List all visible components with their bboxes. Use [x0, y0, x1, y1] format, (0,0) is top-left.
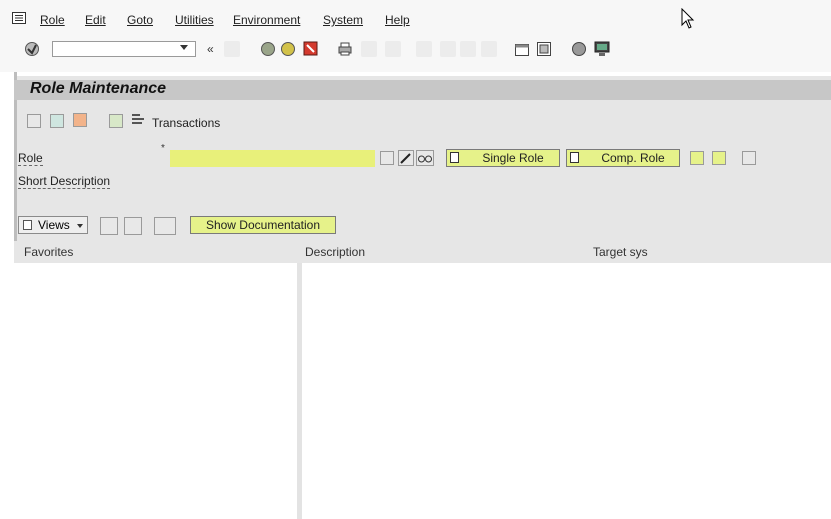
col-favorites: Favorites: [24, 245, 74, 259]
exit-icon[interactable]: [280, 41, 296, 57]
mouse-cursor-icon: [681, 8, 695, 29]
views-label: Views: [38, 218, 70, 232]
find-icon[interactable]: [361, 41, 377, 57]
short-description-label: Short Description: [18, 174, 111, 189]
clear-command-icon[interactable]: «: [207, 42, 214, 56]
role-label: Role: [18, 151, 43, 166]
delete-role-icon[interactable]: [712, 151, 726, 165]
document-icon: [450, 152, 459, 163]
change-pencil-icon[interactable]: [398, 150, 414, 166]
command-field-dropdown-icon[interactable]: [180, 45, 188, 50]
favorites-tree-pane[interactable]: [14, 263, 298, 519]
transport-icon[interactable]: [73, 113, 87, 127]
details-pane[interactable]: [302, 263, 831, 519]
show-documentation-button[interactable]: Show Documentation: [190, 216, 336, 234]
views-dropdown[interactable]: Views: [18, 216, 88, 234]
next-page-icon[interactable]: [460, 41, 476, 57]
col-target-sys: Target sys: [593, 245, 648, 259]
last-page-icon[interactable]: [481, 41, 497, 57]
first-page-icon[interactable]: [416, 41, 432, 57]
refresh-icon[interactable]: [154, 217, 176, 235]
menu-system[interactable]: System: [323, 13, 363, 27]
role-input[interactable]: [170, 150, 375, 167]
comp-role-label: Comp. Role: [601, 151, 665, 165]
system-menu-icon[interactable]: [12, 12, 26, 24]
find-next-icon[interactable]: [385, 41, 401, 57]
new-session-icon[interactable]: [514, 41, 530, 57]
display-change-icon[interactable]: [50, 114, 64, 128]
favorites-icon[interactable]: [124, 217, 142, 235]
previous-page-icon[interactable]: [440, 41, 456, 57]
other-role-icon[interactable]: [27, 114, 41, 128]
chevron-down-icon: [77, 224, 83, 228]
save-icon[interactable]: [224, 41, 240, 57]
cancel-icon[interactable]: [302, 40, 320, 58]
menu-role[interactable]: Role: [40, 13, 65, 27]
filter-icon[interactable]: [100, 217, 118, 235]
col-description: Description: [305, 245, 366, 259]
transactions-icon[interactable]: [130, 112, 148, 128]
information-icon[interactable]: [109, 114, 123, 128]
single-role-button[interactable]: Single Role: [446, 149, 560, 167]
page-title: Role Maintenance: [30, 80, 167, 97]
transport-role-icon[interactable]: [742, 151, 756, 165]
print-icon[interactable]: [337, 41, 353, 57]
copy-role-icon[interactable]: [690, 151, 704, 165]
menu-bar: [0, 0, 831, 36]
composite-role-button[interactable]: Comp. Role: [566, 149, 680, 167]
enter-icon[interactable]: [23, 41, 41, 57]
document-icon: [570, 152, 579, 163]
views-icon: [23, 220, 32, 230]
back-icon[interactable]: [260, 41, 276, 57]
create-role-icon[interactable]: [380, 151, 394, 165]
menu-goto[interactable]: Goto: [127, 13, 153, 27]
customize-layout-icon[interactable]: [593, 40, 611, 58]
menu-edit[interactable]: Edit: [85, 13, 106, 27]
menu-utilities[interactable]: Utilities: [175, 13, 214, 27]
menu-help[interactable]: Help: [385, 13, 410, 27]
transactions-label[interactable]: Transactions: [152, 116, 220, 130]
left-border: [14, 72, 17, 262]
menu-environment[interactable]: Environment: [233, 13, 300, 27]
command-field[interactable]: [52, 41, 196, 57]
display-glasses-icon[interactable]: [416, 150, 434, 166]
main-panel: [14, 76, 831, 265]
required-indicator: *: [161, 143, 165, 154]
shortcut-icon[interactable]: [536, 41, 552, 57]
single-role-label: Single Role: [482, 151, 544, 165]
help-icon[interactable]: [571, 41, 587, 57]
table-header: [14, 241, 831, 263]
